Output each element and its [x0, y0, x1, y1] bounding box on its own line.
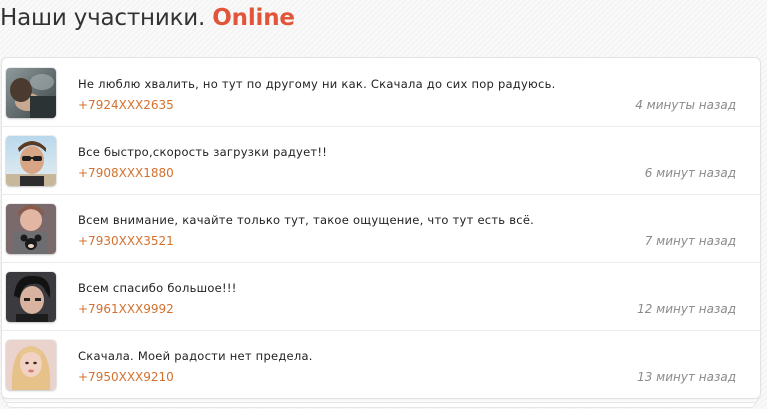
user-phone: +7908XXX1880 [78, 166, 174, 180]
list-item: Всем спасибо большое!!! +7961XXX9992 12 … [2, 262, 760, 331]
review-text: Все быстро,скорость загрузки радует!! [78, 145, 328, 159]
panel-stack-edge [6, 403, 756, 408]
user-photo-dark-hair-icon [6, 272, 56, 322]
user-phone: +7930XXX3521 [78, 234, 174, 248]
timestamp: 13 минут назад [637, 370, 736, 384]
list-item: Все быстро,скорость загрузки радует!! +7… [2, 126, 760, 195]
user-photo-sunglasses-icon [6, 136, 56, 186]
user-avatar [6, 340, 56, 390]
review-text: Всем внимание, качайте только тут, такое… [78, 213, 535, 227]
review-text: Всем спасибо большое!!! [78, 281, 237, 295]
review-text: Скачала. Моей радости нет предела. [78, 349, 313, 363]
page-title-text: Наши участники. [0, 5, 206, 31]
timestamp: 7 минут назад [644, 234, 736, 248]
timestamp: 12 минут назад [637, 302, 736, 316]
page: Наши участники. Online Не люблю хвалить,… [0, 0, 767, 409]
user-photo-blonde-icon [6, 340, 56, 390]
timestamp: 6 минут назад [644, 166, 736, 180]
review-text: Не люблю хвалить, но тут по другому ни к… [78, 77, 556, 91]
timestamp: 4 минуты назад [635, 98, 736, 112]
user-phone: +7961XXX9992 [78, 302, 174, 316]
page-title: Наши участники. Online [0, 2, 295, 34]
reviews-list: Не люблю хвалить, но тут по другому ни к… [1, 57, 761, 399]
user-phone: +7924XXX2635 [78, 98, 174, 112]
user-avatar [6, 272, 56, 322]
user-avatar [6, 204, 56, 254]
user-photo-dark-icon [6, 68, 56, 118]
list-item: Всем внимание, качайте только тут, такое… [2, 194, 760, 263]
user-avatar [6, 68, 56, 118]
online-label: Online [212, 5, 295, 31]
user-photo-mickey-shirt-icon [6, 204, 56, 254]
list-item: Не люблю хвалить, но тут по другому ни к… [2, 58, 760, 127]
user-avatar [6, 136, 56, 186]
user-phone: +7950XXX9210 [78, 370, 174, 384]
list-item: Скачала. Моей радости нет предела. +7950… [2, 330, 760, 398]
